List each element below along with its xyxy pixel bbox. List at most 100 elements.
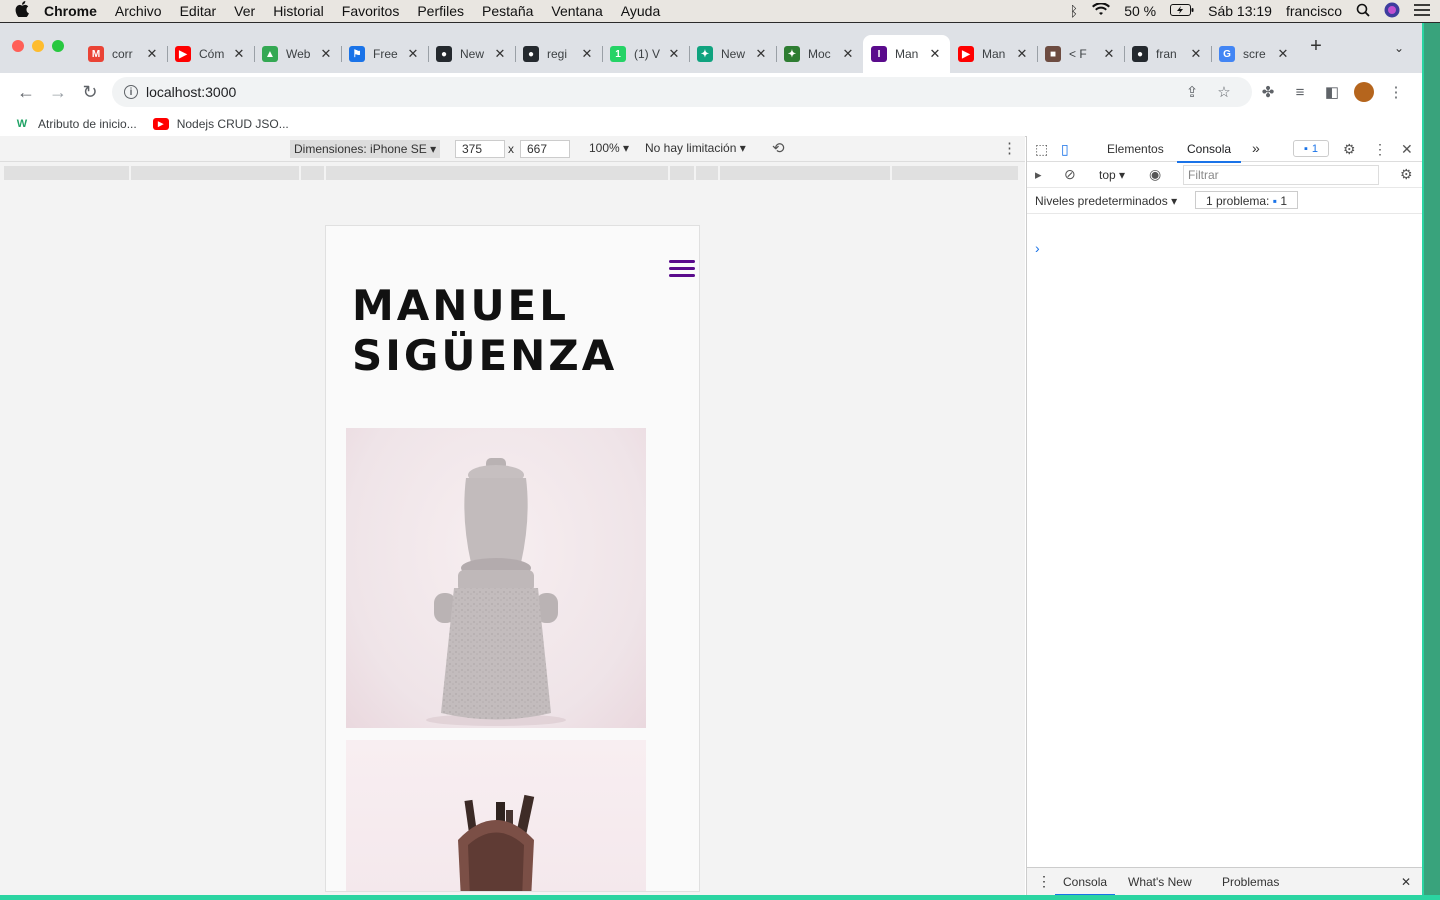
close-devtools-icon[interactable]: ✕	[1401, 141, 1413, 158]
control-center-icon[interactable]	[1414, 3, 1430, 20]
user-name[interactable]: francisco	[1286, 3, 1342, 19]
browser-tab[interactable]: ■ < F ✕	[1037, 37, 1124, 71]
close-tab-icon[interactable]: ✕	[1276, 46, 1290, 62]
menu-ver[interactable]: Ver	[234, 3, 255, 19]
drawer-tab-problems[interactable]: Problemas	[1222, 875, 1279, 889]
siri-icon[interactable]	[1384, 2, 1400, 21]
reload-icon[interactable]: ↻	[74, 82, 106, 103]
log-levels-select[interactable]: Niveles predeterminados ▾	[1035, 194, 1177, 208]
media-query-segment[interactable]	[892, 166, 1018, 180]
menu-ventana[interactable]: Ventana	[551, 3, 602, 19]
new-tab-button[interactable]: +	[1298, 35, 1334, 58]
problems-button[interactable]: 1 problema: ▪ 1	[1195, 191, 1299, 209]
menu-perfiles[interactable]: Perfiles	[417, 3, 464, 19]
media-query-segment[interactable]	[326, 166, 668, 180]
menu-editar[interactable]: Editar	[180, 3, 217, 19]
devtools-menu-icon[interactable]: ⋮	[1373, 141, 1387, 158]
menu-chrome[interactable]: Chrome	[44, 3, 97, 19]
media-query-segment[interactable]	[696, 166, 718, 180]
browser-tab[interactable]: ● regi ✕	[515, 37, 602, 71]
browser-tab[interactable]: Gscre ✕	[1211, 37, 1298, 71]
close-tab-icon[interactable]: ✕	[1189, 46, 1203, 62]
sidebar-toggle-icon[interactable]: ▸	[1035, 167, 1042, 183]
device-dimensions-select[interactable]: Dimensiones: iPhone SE ▾	[290, 140, 441, 158]
bookmark-item[interactable]: W Atributo de inicio...	[14, 117, 137, 131]
drawer-tab-whats-new[interactable]: What's New	[1128, 875, 1192, 889]
media-query-segment[interactable]	[4, 166, 129, 180]
browser-tab[interactable]: ▲ Web ✕	[254, 37, 341, 71]
close-drawer-icon[interactable]: ✕	[1401, 875, 1411, 889]
tab-console[interactable]: Consola	[1176, 142, 1242, 163]
device-toggle-icon[interactable]: ▯	[1061, 141, 1069, 158]
reading-list-icon[interactable]: ≡	[1284, 84, 1316, 101]
settings-gear-icon[interactable]: ⚙	[1343, 141, 1356, 158]
media-query-segment[interactable]	[720, 166, 890, 180]
close-tab-icon[interactable]: ✕	[580, 46, 594, 62]
extensions-icon[interactable]: ✤	[1252, 83, 1284, 101]
browser-tab[interactable]: ✦ New ✕	[689, 37, 776, 71]
drawer-tab-console[interactable]: Consola	[1054, 875, 1116, 895]
browser-tab[interactable]: ● New ✕	[428, 37, 515, 71]
console-filter-input[interactable]: Filtrar	[1183, 165, 1379, 185]
close-tab-icon[interactable]: ✕	[319, 46, 333, 62]
ceramic-vessel-photo[interactable]	[346, 740, 646, 891]
bluetooth-icon[interactable]: ᛒ	[1070, 3, 1078, 19]
close-tab-icon[interactable]: ✕	[754, 46, 768, 62]
drawer-menu-icon[interactable]: ⋮	[1037, 873, 1051, 890]
close-tab-icon[interactable]: ✕	[232, 46, 246, 62]
menu-pestana[interactable]: Pestaña	[482, 3, 533, 19]
media-query-bar[interactable]	[4, 166, 1022, 180]
media-query-segment[interactable]	[301, 166, 324, 180]
tab-search-button[interactable]: ⌄	[1394, 41, 1404, 55]
back-icon[interactable]: ←	[10, 82, 42, 103]
inspect-element-icon[interactable]: ⬚	[1035, 141, 1048, 158]
menu-historial[interactable]: Historial	[273, 3, 324, 19]
browser-tab[interactable]: 1 (1) V ✕	[602, 37, 689, 71]
browser-tab[interactable]: ● fran ✕	[1124, 37, 1211, 71]
minimize-window-button[interactable]	[32, 40, 44, 52]
media-query-segment[interactable]	[131, 166, 299, 180]
chrome-menu-icon[interactable]: ⋮	[1380, 83, 1412, 101]
apple-menu-icon[interactable]	[10, 1, 34, 21]
close-tab-icon[interactable]: ✕	[1102, 46, 1116, 62]
wifi-icon[interactable]	[1092, 2, 1111, 19]
ceramic-sculpture-photo[interactable]	[346, 428, 646, 728]
close-tab-icon[interactable]: ✕	[841, 46, 855, 62]
menu-favoritos[interactable]: Favoritos	[342, 3, 400, 19]
zoom-select[interactable]: 100% ▾	[589, 141, 629, 155]
browser-tab[interactable]: ▶ Man ✕	[950, 37, 1037, 71]
close-tab-icon[interactable]: ✕	[145, 46, 159, 62]
profile-avatar[interactable]	[1354, 82, 1374, 102]
context-select[interactable]: top ▾	[1099, 168, 1125, 182]
spotlight-search-icon[interactable]	[1356, 3, 1370, 20]
rotate-icon[interactable]: ⟲	[772, 139, 785, 157]
tab-elements[interactable]: Elementos	[1107, 142, 1164, 156]
browser-tab[interactable]: ⚑ Free ✕	[341, 37, 428, 71]
site-info-icon[interactable]: i	[124, 85, 138, 99]
menu-archivo[interactable]: Archivo	[115, 3, 162, 19]
close-tab-icon[interactable]: ✕	[406, 46, 420, 62]
device-height-input[interactable]: 667	[520, 140, 570, 158]
browser-tab[interactable]: I Man ✕	[863, 35, 950, 73]
forward-icon[interactable]: →	[42, 82, 74, 103]
close-window-button[interactable]	[12, 40, 24, 52]
menu-ayuda[interactable]: Ayuda	[621, 3, 660, 19]
close-tab-icon[interactable]: ✕	[928, 46, 942, 62]
side-panel-icon[interactable]: ◧	[1316, 83, 1348, 101]
console-prompt[interactable]: ›	[1035, 240, 1040, 256]
hamburger-menu-icon[interactable]	[669, 256, 697, 280]
close-tab-icon[interactable]: ✕	[493, 46, 507, 62]
throttle-select[interactable]: No hay limitación ▾	[645, 141, 746, 155]
browser-tab[interactable]: Mcorr ✕	[80, 37, 167, 71]
close-tab-icon[interactable]: ✕	[1015, 46, 1029, 62]
console-settings-gear-icon[interactable]: ⚙	[1400, 166, 1413, 183]
share-icon[interactable]: ⇪	[1176, 83, 1208, 101]
close-tab-icon[interactable]: ✕	[667, 46, 681, 62]
browser-tab[interactable]: ✦ Moc ✕	[776, 37, 863, 71]
media-query-segment[interactable]	[670, 166, 694, 180]
battery-icon[interactable]	[1170, 3, 1194, 19]
address-url[interactable]: localhost:3000	[146, 84, 1176, 100]
address-bar[interactable]: i localhost:3000 ⇪ ☆	[112, 77, 1252, 107]
clear-console-icon[interactable]: ⊘	[1064, 166, 1076, 183]
live-expression-eye-icon[interactable]: ◉	[1149, 166, 1161, 183]
